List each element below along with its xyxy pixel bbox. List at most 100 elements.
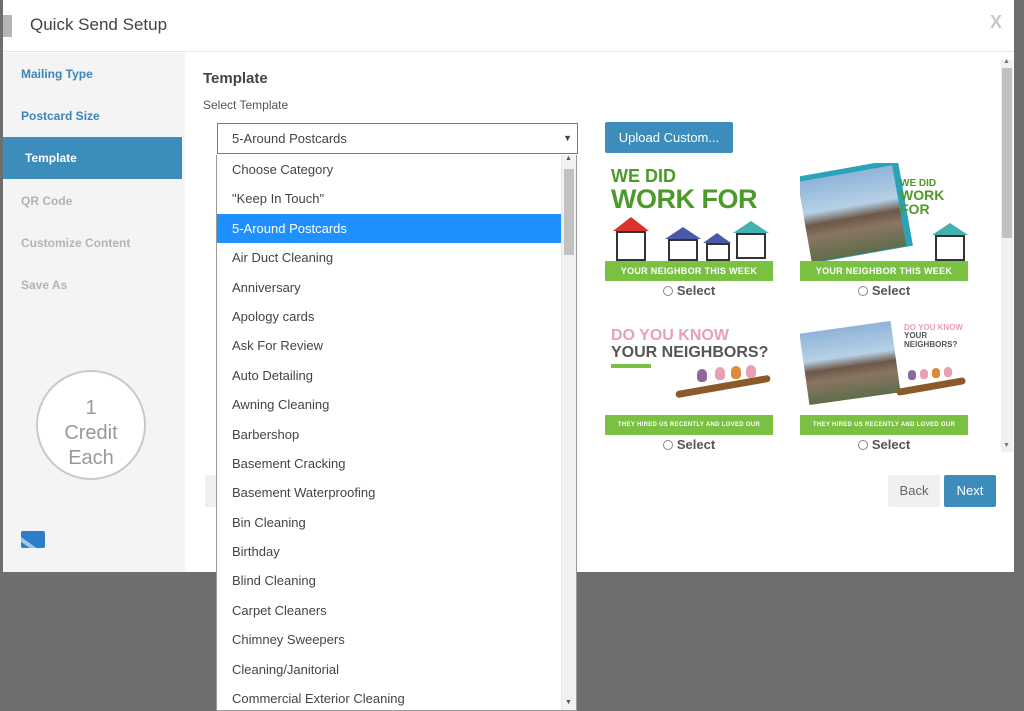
credit-number: 1 — [85, 397, 97, 419]
select-label: Select — [871, 283, 911, 298]
dropdown-option[interactable]: Bin Cleaning — [217, 508, 562, 537]
dropdown-options: Choose Category "Keep In Touch" 5-Around P… — [217, 155, 576, 710]
dropdown-option[interactable]: Cleaning/Janitorial — [217, 655, 562, 684]
template-thumbnail[interactable]: DO YOU KNOW YOUR NEIGHBORS? THEY HIRED U… — [605, 317, 773, 435]
neighborhood-photo — [800, 320, 901, 406]
owl-icon — [920, 369, 928, 379]
sidebar-item-postcard-size[interactable]: Postcard Size — [3, 95, 182, 137]
select-radio-option[interactable]: Select — [605, 435, 773, 455]
select-radio-option[interactable]: Select — [605, 281, 773, 301]
select-value: 5-Around Postcards — [232, 131, 347, 146]
template-thumbnail[interactable]: DO YOU KNOW YOUR NEIGHBORS? THEY HIRED U… — [800, 317, 968, 435]
dropdown-arrow-icon: ▼ — [563, 133, 572, 143]
dropdown-option[interactable]: "Keep In Touch" — [217, 184, 562, 213]
template-card[interactable]: WE DID WORK FOR YOUR NEIGHBOR THIS WEEK … — [605, 163, 773, 301]
back-button[interactable]: Back — [888, 475, 940, 507]
dropdown-option[interactable]: Ask For Review — [217, 331, 562, 360]
radio-button[interactable] — [857, 286, 868, 296]
template-headline-2: WORK FOR — [900, 187, 945, 217]
template-tagline: YOUR NEIGHBOR THIS WEEK — [605, 261, 773, 281]
house-illustration — [703, 233, 731, 261]
select-label: Select — [676, 283, 716, 298]
dropdown-option[interactable]: Awning Cleaning — [217, 390, 562, 419]
dropdown-option[interactable]: Barbershop — [217, 420, 562, 449]
radio-button[interactable] — [662, 440, 673, 450]
house-illustration — [665, 227, 701, 261]
section-title: Template — [203, 70, 268, 87]
branch-illustration — [895, 376, 967, 397]
owl-icon — [715, 367, 725, 380]
template-headline-2: WORK FOR — [611, 184, 757, 214]
select-template-label: Select Template — [203, 98, 289, 112]
dropdown-option[interactable]: Carpet Cleaners — [217, 596, 562, 625]
template-card[interactable]: DO YOU KNOW YOUR NEIGHBORS? THEY HIRED U… — [605, 317, 773, 455]
header-accent — [3, 15, 12, 37]
template-headline-2: YOUR NEIGHBORS? — [611, 344, 769, 361]
wizard-sidebar: Mailing Type Postcard Size Template QR C… — [3, 53, 185, 572]
house-illustration — [733, 221, 769, 259]
template-tagline: THEY HIRED US RECENTLY AND LOVED OUR SER… — [800, 415, 968, 435]
category-dropdown-list: Choose Category "Keep In Touch" 5-Around P… — [216, 155, 577, 711]
owl-icon — [932, 368, 940, 378]
sidebar-item-mailing-type[interactable]: Mailing Type — [3, 53, 182, 95]
modal-header: Quick Send Setup X — [3, 0, 1014, 52]
dropdown-option[interactable]: Basement Waterproofing — [217, 478, 562, 507]
dropdown-option[interactable]: Choose Category — [217, 155, 562, 184]
close-button[interactable]: X — [990, 12, 1002, 33]
owl-icon — [908, 370, 916, 380]
radio-button[interactable] — [662, 286, 673, 296]
select-radio-option[interactable]: Select — [800, 281, 968, 301]
template-headline-1: DO YOU KNOW — [611, 327, 729, 344]
dropdown-option[interactable]: Chimney Sweepers — [217, 625, 562, 654]
upload-custom-button[interactable]: Upload Custom... — [605, 122, 733, 153]
select-label: Select — [871, 437, 911, 452]
template-thumbnail[interactable]: WE DID WORK FOR YOUR NEIGHBOR THIS WEEK — [800, 163, 968, 281]
dropdown-option[interactable]: Basement Cracking — [217, 449, 562, 478]
credit-card-icon — [21, 531, 45, 548]
credit-label: Credit — [64, 422, 118, 444]
scroll-up-icon[interactable]: ▲ — [565, 155, 572, 162]
dropdown-option[interactable]: 5-Around Postcards — [217, 213, 562, 244]
template-card[interactable]: DO YOU KNOW YOUR NEIGHBORS? THEY HIRED U… — [800, 317, 968, 455]
house-illustration — [613, 217, 649, 261]
dropdown-option[interactable]: Birthday — [217, 537, 562, 566]
radio-button[interactable] — [857, 440, 868, 450]
owl-icon — [697, 369, 707, 382]
modal-title: Quick Send Setup — [30, 15, 168, 34]
dropdown-scroll-thumb[interactable] — [564, 169, 574, 255]
dropdown-option[interactable]: Apology cards — [217, 302, 562, 331]
credit-badge: 1 Credit Each — [36, 370, 146, 480]
neighborhood-photo — [800, 165, 907, 263]
owl-icon — [944, 367, 952, 377]
dropdown-scrollbar[interactable]: ▲ ▼ — [561, 155, 576, 710]
sidebar-item-customize-content: Customize Content — [21, 236, 131, 250]
house-illustration — [932, 223, 968, 261]
template-tagline: THEY HIRED US RECENTLY AND LOVED OUR SER… — [605, 415, 773, 435]
dropdown-option[interactable]: Commercial Exterior Cleaning — [217, 684, 562, 710]
scroll-down-icon[interactable]: ▼ — [1003, 442, 1010, 449]
template-headline-1: WE DID — [611, 166, 676, 186]
dropdown-option[interactable]: Anniversary — [217, 273, 562, 302]
template-thumbnail[interactable]: WE DID WORK FOR YOUR NEIGHBOR THIS WEEK — [605, 163, 773, 281]
select-label: Select — [676, 437, 716, 452]
dropdown-option[interactable]: Blind Cleaning — [217, 566, 562, 595]
credit-each: Each — [68, 447, 114, 469]
template-tagline: YOUR NEIGHBOR THIS WEEK — [800, 261, 968, 281]
content-scrollbar[interactable]: ▲ ▼ — [1001, 58, 1013, 452]
accent-bar — [611, 364, 651, 368]
dropdown-option[interactable]: Auto Detailing — [217, 361, 562, 390]
template-headline-2: YOUR NEIGHBORS? — [904, 331, 958, 349]
owl-icon — [731, 366, 741, 379]
template-card[interactable]: WE DID WORK FOR YOUR NEIGHBOR THIS WEEK … — [800, 163, 968, 301]
owl-icon — [746, 365, 756, 378]
sidebar-item-save-as: Save As — [21, 278, 68, 292]
scroll-up-icon[interactable]: ▲ — [1003, 58, 1010, 65]
select-radio-option[interactable]: Select — [800, 435, 968, 455]
template-category-select[interactable]: 5-Around Postcards ▼ — [217, 123, 578, 154]
sidebar-item-qr-code: QR Code — [21, 194, 73, 208]
scrollbar-thumb[interactable] — [1002, 68, 1012, 238]
sidebar-item-template[interactable]: Template — [3, 137, 182, 179]
next-button[interactable]: Next — [944, 475, 996, 507]
scroll-down-icon[interactable]: ▼ — [565, 699, 572, 706]
dropdown-option[interactable]: Air Duct Cleaning — [217, 243, 562, 272]
